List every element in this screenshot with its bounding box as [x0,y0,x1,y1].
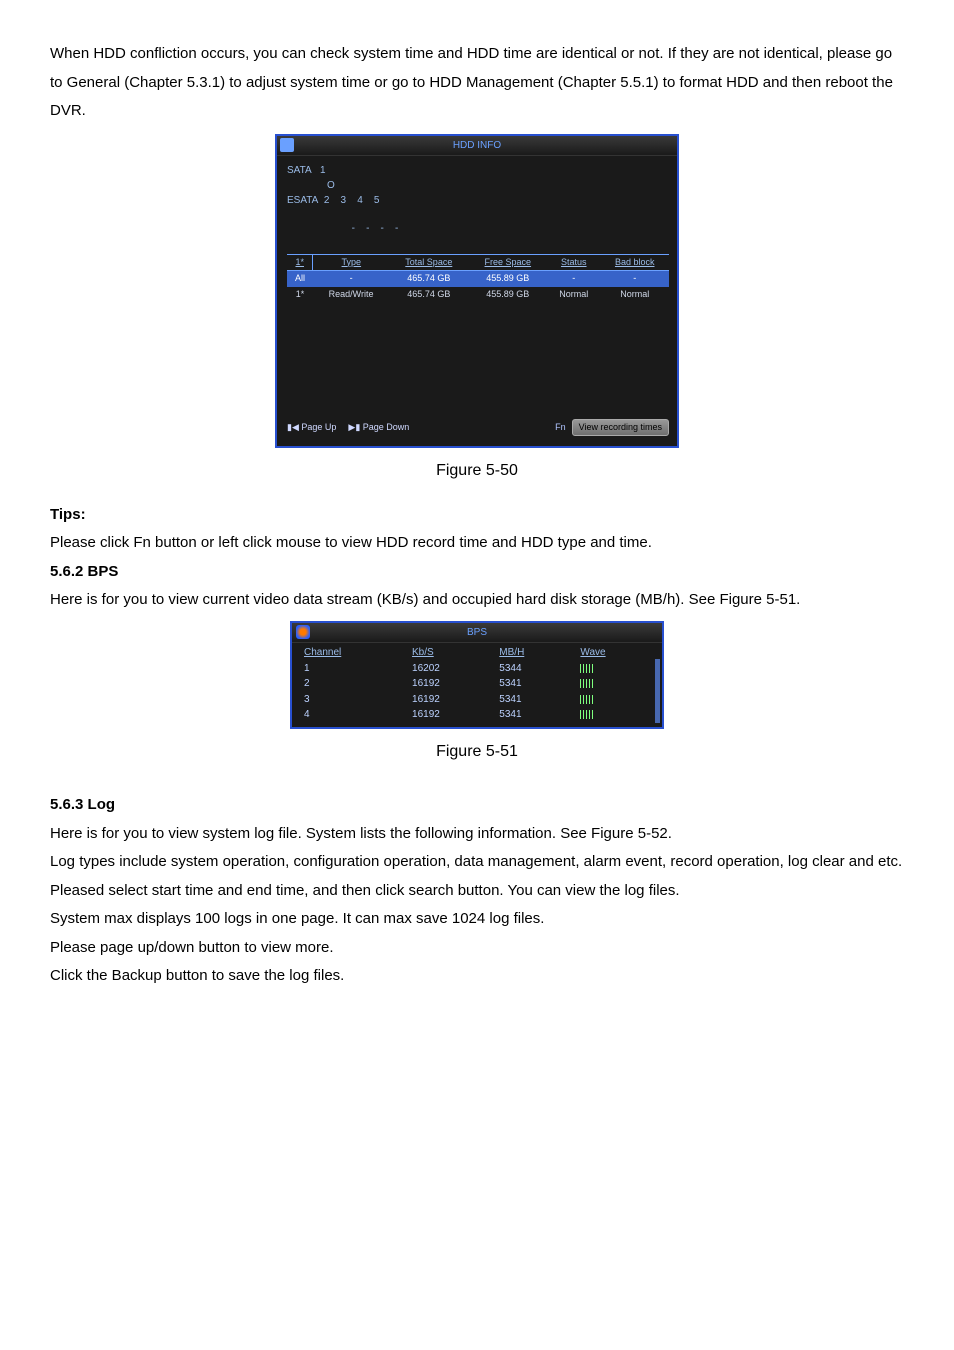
table-row[interactable]: 1* Read/Write 465.74 GB 455.89 GB Normal… [287,287,669,303]
intro-paragraph: When HDD confliction occurs, you can che… [50,40,904,126]
bps-table: Channel Kb/S MB/H Wave 1 16202 5344 2 16… [298,645,656,723]
table-row: 3 16192 5341 [298,692,656,708]
sata-slots: 1 [320,165,326,176]
log-paragraph: Log types include system operation, conf… [50,848,904,877]
bps-window: BPS Channel Kb/S MB/H Wave 1 16202 5344 … [290,621,664,729]
bps-paragraph: Here is for you to view current video da… [50,586,904,615]
hdd-col-bad: Bad block [600,254,669,271]
bps-col-wave: Wave [574,645,656,661]
esata-slots: 2 3 4 5 [324,195,380,206]
scrollbar[interactable] [655,659,660,723]
bps-col-mbh: MB/H [493,645,574,661]
section-bps-heading: 5.6.2 BPS [50,558,904,587]
bps-col-channel: Channel [298,645,406,661]
hdd-col-total: Total Space [389,254,468,271]
table-row: 2 16192 5341 [298,676,656,692]
fn-label: Fn [555,422,566,434]
wave-icon [580,664,594,673]
hdd-col-free: Free Space [468,254,547,271]
bps-titlebar: BPS [292,623,662,644]
wave-icon [580,695,594,704]
bps-col-kbs: Kb/S [406,645,493,661]
log-paragraph: Pleased select start time and end time, … [50,877,904,906]
sata-status: O [327,180,335,191]
log-paragraph: Here is for you to view system log file.… [50,820,904,849]
table-row[interactable]: All - 465.74 GB 455.89 GB - - [287,271,669,287]
view-recording-times-button[interactable]: View recording times [572,419,669,437]
sata-label: SATA [287,165,312,176]
figure-caption-50: Figure 5-50 [50,460,904,482]
hdd-info-window: HDD INFO SATA 1 O ESATA 2 3 4 5 - - - - … [275,134,679,449]
hdd-table: 1* Type Total Space Free Space Status Ba… [287,254,669,303]
section-log-heading: 5.6.3 Log [50,791,904,820]
log-paragraph: System max displays 100 logs in one page… [50,905,904,934]
log-paragraph: Click the Backup button to save the log … [50,962,904,991]
hdd-col-status: Status [547,254,600,271]
figure-caption-51: Figure 5-51 [50,741,904,763]
esata-status: - - - - [352,223,399,234]
table-row: 4 16192 5341 [298,707,656,723]
tips-body: Please click Fn button or left click mou… [50,529,904,558]
wave-icon [580,679,594,688]
page-down-button[interactable]: ▶▮ Page Down [348,422,409,434]
hdd-info-title: HDD INFO [453,140,501,151]
hdd-icon [280,138,294,152]
tips-heading: Tips: [50,501,904,530]
esata-label: ESATA [287,195,318,206]
hdd-info-titlebar: HDD INFO [277,136,677,156]
bps-title-text: BPS [467,627,487,638]
hdd-col-index: 1* [287,254,313,271]
page-up-button[interactable]: ▮◀ Page Up [287,422,336,434]
wave-icon [580,710,594,719]
bps-icon [296,625,310,639]
hdd-col-type: Type [313,254,389,271]
table-row: 1 16202 5344 [298,661,656,677]
log-paragraph: Please page up/down button to view more. [50,934,904,963]
